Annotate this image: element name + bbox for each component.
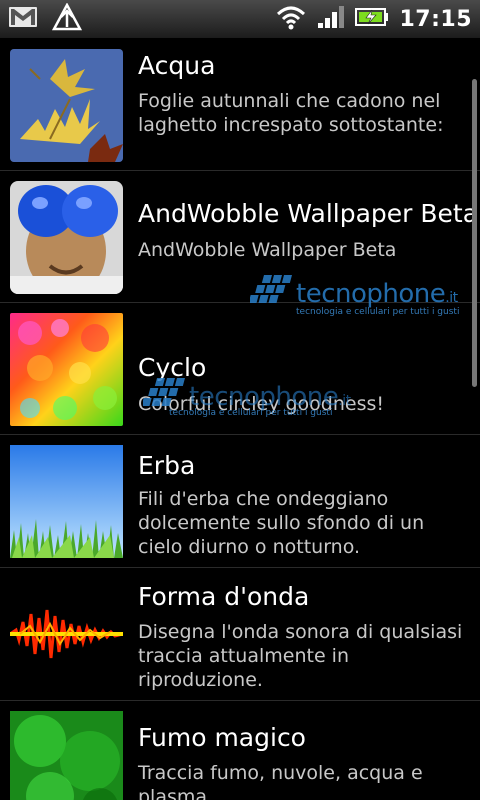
item-title: Erba [138, 451, 196, 480]
signal-icon [317, 5, 345, 33]
item-title: Forma d'onda [138, 582, 310, 611]
item-title: AndWobble Wallpaper Beta [138, 199, 479, 228]
andwobble-thumbnail [10, 181, 123, 294]
item-description: Fili d'erba che ondeggiano dolcemente su… [138, 488, 425, 558]
scrollbar[interactable] [472, 79, 477, 387]
item-title: Acqua [138, 51, 216, 80]
item-description: Disegna l'onda sonora di qualsiasi tracc… [138, 621, 463, 691]
gmail-icon [8, 5, 38, 33]
item-title: Fumo magico [138, 723, 306, 752]
status-time: 17:15 [399, 6, 472, 32]
list-item-fumo-magico[interactable]: Fumo magico Traccia fumo, nuvole, acqua … [0, 701, 480, 800]
alert-icon [51, 2, 83, 35]
list-item-forma-d-onda[interactable]: Forma d'onda Disegna l'onda sonora di qu… [0, 568, 480, 701]
item-description: Traccia fumo, nuvole, acqua e plasma [138, 762, 423, 800]
status-bar: 17:15 [0, 0, 480, 39]
fumo-magico-thumbnail [10, 711, 123, 800]
erba-thumbnail [10, 445, 123, 558]
wifi-icon [275, 4, 307, 34]
watermark-logo-middle: tecnophone.it tecnologia e cellulari per… [143, 378, 351, 418]
cyclo-thumbnail [10, 313, 123, 426]
item-description: Foglie autunnali che cadono nel laghetto… [138, 90, 444, 136]
list-item-acqua[interactable]: Acqua Foglie autunnali che cadono nel la… [0, 39, 480, 171]
acqua-thumbnail [10, 49, 123, 162]
list-item-erba[interactable]: Erba Fili d'erba che ondeggiano dolcemen… [0, 435, 480, 568]
watermark-logo-top: tecnophone.it tecnologia e cellulari per… [250, 275, 459, 317]
forma-d-onda-thumbnail [10, 578, 123, 691]
item-description: AndWobble Wallpaper Beta [138, 239, 397, 261]
battery-charging-icon [355, 6, 389, 32]
tecnophone-logo-icon [250, 275, 292, 303]
live-wallpaper-list: Acqua Foglie autunnali che cadono nel la… [0, 39, 480, 800]
